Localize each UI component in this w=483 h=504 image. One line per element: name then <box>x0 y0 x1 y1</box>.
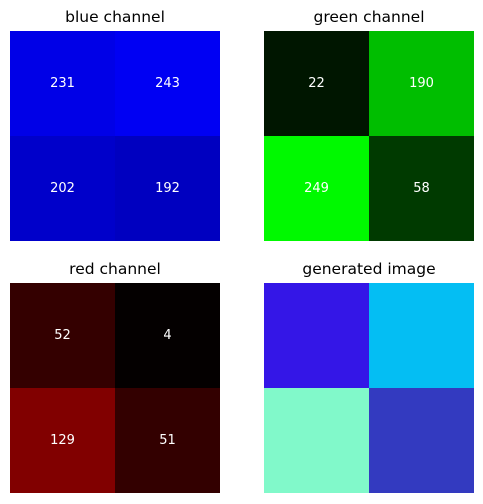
generated-pixel-cell <box>369 388 474 493</box>
green-channel-cell: 58 <box>369 136 474 241</box>
blue-channel-cell: 231 <box>10 31 115 136</box>
cell-value-label: 51 <box>159 433 176 448</box>
green-channel-cell: 190 <box>369 31 474 136</box>
red-channel-cell: 129 <box>10 388 115 493</box>
cell-value-label: 202 <box>50 181 75 196</box>
blue-channel-title: blue channel <box>65 8 165 26</box>
green-channel-cell: 249 <box>264 136 369 241</box>
generated-image-grid <box>264 283 474 493</box>
red-channel-cell: 51 <box>115 388 220 493</box>
blue-channel-cell: 202 <box>10 136 115 241</box>
red-channel-panel: red channel 52 4 129 51 <box>10 260 220 500</box>
cell-value-label: 22 <box>308 76 325 91</box>
cell-value-label: 4 <box>163 328 172 343</box>
cell-value-label: 243 <box>155 76 180 91</box>
red-channel-cell: 4 <box>115 283 220 388</box>
green-channel-panel: green channel 22 190 249 58 <box>264 8 474 248</box>
green-channel-grid: 22 190 249 58 <box>264 31 474 241</box>
blue-channel-cell: 192 <box>115 136 220 241</box>
green-channel-cell: 22 <box>264 31 369 136</box>
red-channel-cell: 52 <box>10 283 115 388</box>
cell-value-label: 190 <box>409 76 434 91</box>
red-channel-title: red channel <box>69 260 161 278</box>
blue-channel-grid: 231 243 202 192 <box>10 31 220 241</box>
blue-channel-panel: blue channel 231 243 202 192 <box>10 8 220 248</box>
generated-pixel-cell <box>369 283 474 388</box>
cell-value-label: 58 <box>413 181 430 196</box>
cell-value-label: 231 <box>50 76 75 91</box>
generated-image-title: generated image <box>302 260 436 278</box>
generated-image-panel: generated image <box>264 260 474 500</box>
cell-value-label: 192 <box>155 181 180 196</box>
green-channel-title: green channel <box>313 8 425 26</box>
cell-value-label: 52 <box>54 328 71 343</box>
blue-channel-cell: 243 <box>115 31 220 136</box>
cell-value-label: 129 <box>50 433 75 448</box>
generated-pixel-cell <box>264 388 369 493</box>
generated-pixel-cell <box>264 283 369 388</box>
red-channel-grid: 52 4 129 51 <box>10 283 220 493</box>
cell-value-label: 249 <box>304 181 329 196</box>
